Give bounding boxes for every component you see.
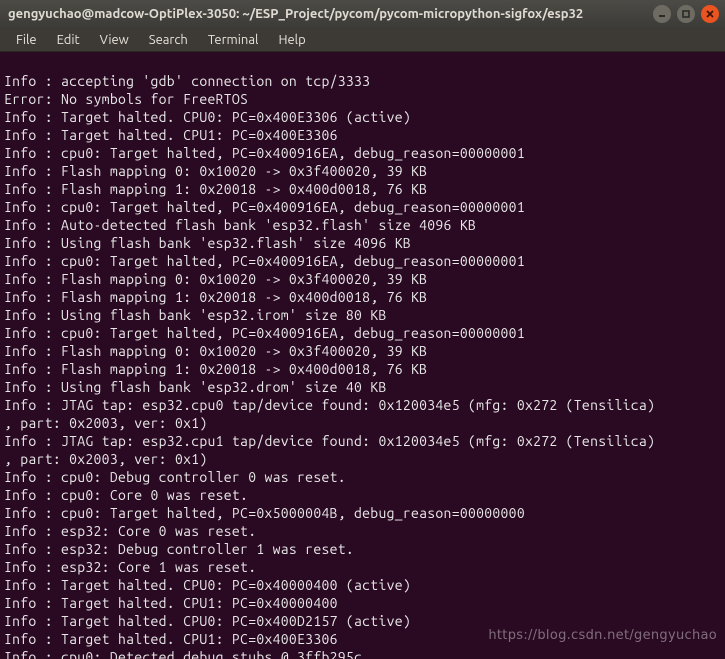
menubar: File Edit View Search Terminal Help [0,28,725,52]
minimize-icon [657,9,667,19]
terminal-viewport[interactable]: Info : accepting 'gdb' connection on tcp… [0,52,725,659]
watermark-text: https://blog.csdn.net/gengyuchao [488,627,717,645]
window-minimize-button[interactable] [653,5,671,23]
close-icon [705,9,715,19]
window-titlebar: gengyuchao@madcow-OptiPlex-3050: ~/ESP_P… [0,0,725,28]
window-maximize-button[interactable] [677,5,695,23]
window-title: gengyuchao@madcow-OptiPlex-3050: ~/ESP_P… [8,7,647,21]
menu-edit[interactable]: Edit [47,31,90,49]
terminal-output: Info : accepting 'gdb' connection on tcp… [4,72,721,659]
menu-search[interactable]: Search [139,31,198,49]
maximize-icon [681,9,691,19]
menu-terminal[interactable]: Terminal [198,31,269,49]
menu-help[interactable]: Help [268,31,315,49]
menu-file[interactable]: File [6,31,47,49]
window-close-button[interactable] [701,5,719,23]
menu-view[interactable]: View [90,31,139,49]
